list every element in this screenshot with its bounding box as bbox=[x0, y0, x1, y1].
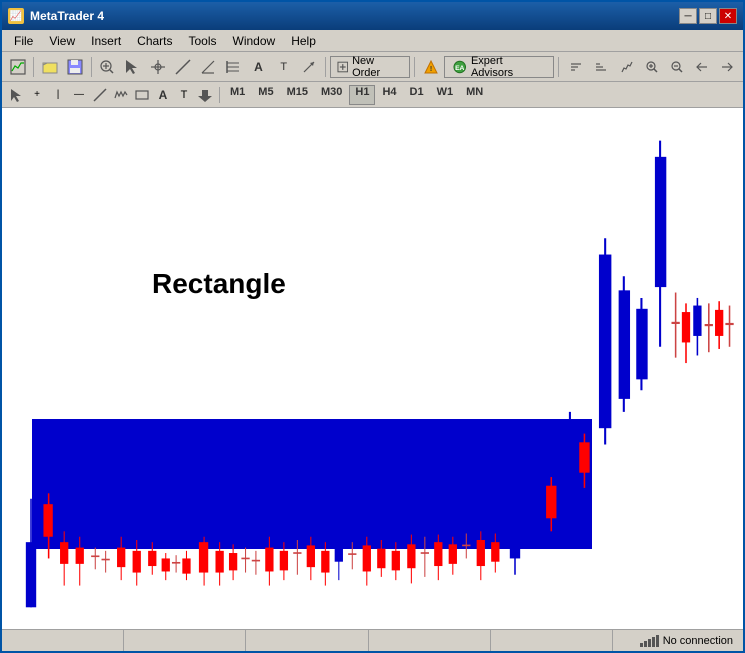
chart-prop-icon[interactable] bbox=[615, 55, 638, 79]
menu-bar: File View Insert Charts Tools Window Hel… bbox=[2, 30, 743, 52]
wave-tool[interactable] bbox=[111, 85, 131, 105]
crosshair-tool2[interactable]: + bbox=[27, 85, 47, 105]
zoom-in-btn[interactable] bbox=[96, 55, 119, 79]
app-icon: 📈 bbox=[8, 8, 24, 24]
menu-tools[interactable]: Tools bbox=[181, 32, 225, 50]
text-tool[interactable]: A bbox=[247, 55, 270, 79]
tf-mn[interactable]: MN bbox=[460, 85, 489, 105]
menu-window[interactable]: Window bbox=[225, 32, 284, 50]
status-seg-5 bbox=[491, 630, 613, 651]
label-tool[interactable]: T bbox=[272, 55, 295, 79]
title-bar-left: 📈 MetaTrader 4 bbox=[8, 8, 104, 24]
scroll-left-icon[interactable] bbox=[691, 55, 714, 79]
text-tool2[interactable]: A bbox=[153, 85, 173, 105]
new-chart-button[interactable] bbox=[6, 55, 29, 79]
window-title: MetaTrader 4 bbox=[30, 9, 104, 23]
pointer-tool2[interactable] bbox=[6, 85, 26, 105]
status-seg-4 bbox=[369, 630, 491, 651]
trendline-tool[interactable] bbox=[90, 85, 110, 105]
toolbar-separator bbox=[33, 57, 34, 77]
status-seg-1 bbox=[2, 630, 124, 651]
status-seg-3 bbox=[246, 630, 368, 651]
sort-asc-icon[interactable] bbox=[564, 55, 587, 79]
fib-tool[interactable] bbox=[222, 55, 245, 79]
maximize-button[interactable]: □ bbox=[699, 8, 717, 24]
label-tool2[interactable]: T bbox=[174, 85, 194, 105]
arrow-tool[interactable] bbox=[297, 55, 320, 79]
new-order-button[interactable]: New Order bbox=[330, 56, 411, 78]
menu-insert[interactable]: Insert bbox=[83, 32, 129, 50]
candlestick-chart bbox=[2, 108, 743, 629]
status-no-connection: No connection bbox=[613, 630, 743, 651]
arrow-tool2[interactable] bbox=[195, 85, 215, 105]
crosshair-tool[interactable] bbox=[146, 55, 169, 79]
title-buttons: ─ □ ✕ bbox=[679, 8, 737, 24]
minimize-button[interactable]: ─ bbox=[679, 8, 697, 24]
tf-d1[interactable]: D1 bbox=[404, 85, 430, 105]
zoom-out-icon[interactable] bbox=[665, 55, 688, 79]
expert-advisors-button[interactable]: EA Expert Advisors bbox=[444, 56, 553, 78]
tf-h1[interactable]: H1 bbox=[349, 85, 375, 105]
status-bar: No connection bbox=[2, 629, 743, 651]
title-bar: 📈 MetaTrader 4 ─ □ ✕ bbox=[2, 2, 743, 30]
svg-text:!: ! bbox=[430, 66, 432, 73]
toolbar-separator2 bbox=[91, 57, 92, 77]
rect-tool[interactable] bbox=[132, 85, 152, 105]
menu-view[interactable]: View bbox=[41, 32, 83, 50]
hline-tool[interactable]: — bbox=[69, 85, 89, 105]
tf-h4[interactable]: H4 bbox=[376, 85, 402, 105]
menu-file[interactable]: File bbox=[6, 32, 41, 50]
tf-m15[interactable]: M15 bbox=[281, 85, 314, 105]
tf-m30[interactable]: M30 bbox=[315, 85, 348, 105]
vline-tool[interactable]: | bbox=[48, 85, 68, 105]
no-connection-text: No connection bbox=[663, 635, 733, 647]
scroll-right-icon[interactable] bbox=[716, 55, 739, 79]
line-tool[interactable] bbox=[171, 55, 194, 79]
tf-w1[interactable]: W1 bbox=[431, 85, 460, 105]
toolbar-separator4 bbox=[414, 57, 415, 77]
menu-help[interactable]: Help bbox=[283, 32, 324, 50]
pointer-tool[interactable] bbox=[121, 55, 144, 79]
status-seg-2 bbox=[124, 630, 246, 651]
svg-text:EA: EA bbox=[456, 64, 465, 71]
toolbar-separator5 bbox=[558, 57, 559, 77]
close-button[interactable]: ✕ bbox=[719, 8, 737, 24]
toolbar2-sep bbox=[219, 87, 220, 103]
save-button[interactable] bbox=[63, 55, 86, 79]
toolbar-separator3 bbox=[325, 57, 326, 77]
main-window: 📈 MetaTrader 4 ─ □ ✕ File View Insert Ch… bbox=[0, 0, 745, 653]
angle-tool[interactable] bbox=[196, 55, 219, 79]
zoom-in-icon[interactable] bbox=[640, 55, 663, 79]
connection-status: No connection bbox=[640, 635, 739, 647]
signal-strength-icon bbox=[640, 635, 659, 647]
open-button[interactable] bbox=[38, 55, 61, 79]
menu-charts[interactable]: Charts bbox=[129, 32, 180, 50]
chart-area[interactable]: Rectangle bbox=[2, 108, 743, 629]
tf-m1[interactable]: M1 bbox=[224, 85, 251, 105]
tf-m5[interactable]: M5 bbox=[252, 85, 279, 105]
sort-desc-icon[interactable] bbox=[590, 55, 613, 79]
alert-icon[interactable]: ! bbox=[419, 55, 442, 79]
toolbar2: + | — A T M1 M5 M15 M30 H1 H4 D1 W1 MN bbox=[2, 82, 743, 108]
toolbar1: A T New Order ! EA Expert Advisors bbox=[2, 52, 743, 82]
